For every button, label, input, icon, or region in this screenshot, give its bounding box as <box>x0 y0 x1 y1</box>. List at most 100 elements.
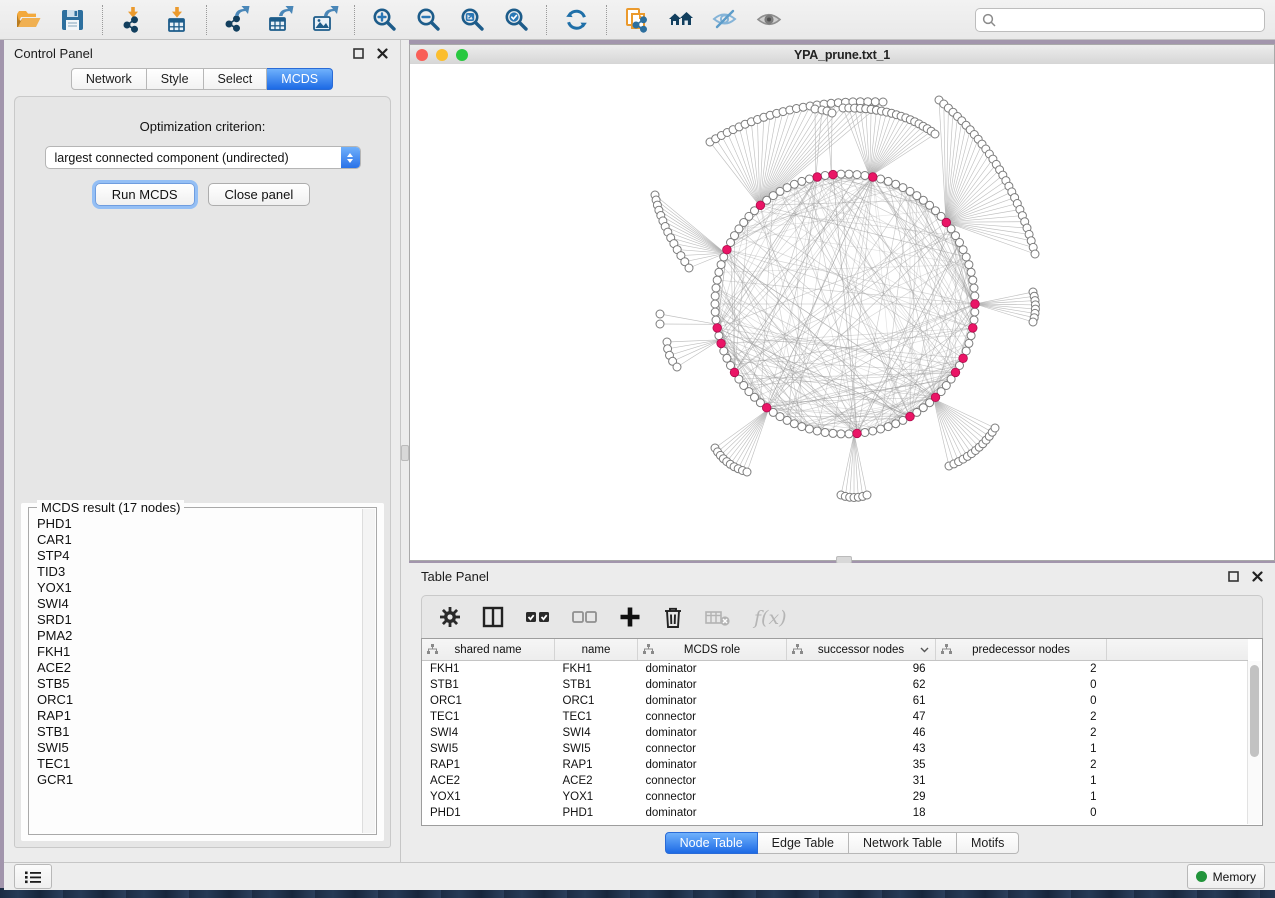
open-session-icon <box>14 6 44 34</box>
table-row[interactable]: ACE2ACE2connector311 <box>422 773 1248 789</box>
float-panel-icon[interactable] <box>350 45 366 61</box>
export-image-icon <box>310 6 340 34</box>
mcds-result-item[interactable]: SRD1 <box>37 612 363 628</box>
network-window-titlebar[interactable]: YPA_prune.txt_1 <box>410 45 1274 65</box>
table-header-row: shared namenameMCDS rolesuccessor nodesp… <box>422 639 1248 661</box>
table-scrollbar[interactable] <box>1247 661 1261 824</box>
new-network-from-selection-button[interactable] <box>618 4 656 36</box>
control-panel-tabs: NetworkStyleSelectMCDS <box>4 68 400 90</box>
mcds-result-item[interactable]: SWI5 <box>37 740 363 756</box>
close-panel-button[interactable]: Close panel <box>208 183 311 206</box>
export-table-button[interactable] <box>262 4 300 36</box>
zoom-in-icon <box>370 6 400 34</box>
table-row[interactable]: TEC1TEC1connector472 <box>422 709 1248 725</box>
import-table-button[interactable] <box>158 4 196 36</box>
tab-style[interactable]: Style <box>147 68 204 90</box>
settings-gear-button[interactable] <box>437 604 463 630</box>
mcds-result-list[interactable]: PHD1CAR1STP4TID3YOX1SWI4SRD1PMA2FKH1ACE2… <box>30 516 363 833</box>
tab-network[interactable]: Network <box>71 68 147 90</box>
show-all-button[interactable] <box>750 4 788 36</box>
zoom-fit-button[interactable] <box>454 4 492 36</box>
open-session-button[interactable] <box>10 4 48 36</box>
zoom-selected-button[interactable] <box>498 4 536 36</box>
column-type-icon <box>643 644 654 655</box>
mcds-result-item[interactable]: SWI4 <box>37 596 363 612</box>
mcds-result-item[interactable]: CAR1 <box>37 532 363 548</box>
search-box[interactable] <box>975 8 1265 32</box>
tab-motifs[interactable]: Motifs <box>957 832 1019 854</box>
mcds-result-item[interactable]: FKH1 <box>37 644 363 660</box>
tab-mcds[interactable]: MCDS <box>267 68 333 90</box>
mcds-result-item[interactable]: STB1 <box>37 724 363 740</box>
export-network-button[interactable] <box>218 4 256 36</box>
criterion-dropdown[interactable]: largest connected component (undirected) <box>45 146 361 169</box>
close-panel-icon[interactable] <box>374 45 390 61</box>
mcds-result-item[interactable]: YOX1 <box>37 580 363 596</box>
mcds-result-item[interactable]: GCR1 <box>37 772 363 788</box>
import-network-button[interactable] <box>114 4 152 36</box>
import-table-icon <box>162 6 192 34</box>
mcds-result-item[interactable]: STB5 <box>37 676 363 692</box>
network-canvas[interactable] <box>410 64 1274 560</box>
node-table[interactable]: shared namenameMCDS rolesuccessor nodesp… <box>421 638 1263 826</box>
mcds-result-item[interactable]: STP4 <box>37 548 363 564</box>
mcds-result-item[interactable]: TEC1 <box>37 756 363 772</box>
dropdown-stepper-icon <box>341 147 360 168</box>
table-row[interactable]: SWI4SWI4dominator462 <box>422 725 1248 741</box>
mcds-result-item[interactable]: PMA2 <box>37 628 363 644</box>
optimization-criterion-label: Optimization criterion: <box>15 119 390 134</box>
network-view-window: YPA_prune.txt_1 <box>409 44 1275 561</box>
show-all-icon <box>754 6 784 34</box>
mcds-result-scrollbar[interactable] <box>362 509 375 833</box>
save-session-button[interactable] <box>54 4 92 36</box>
mcds-result-item[interactable]: RAP1 <box>37 708 363 724</box>
tab-select[interactable]: Select <box>204 68 268 90</box>
search-input[interactable] <box>1001 12 1258 28</box>
vertical-splitter-grip[interactable] <box>401 445 409 461</box>
first-neighbors-button[interactable] <box>662 4 700 36</box>
mcds-node <box>971 300 980 309</box>
main-toolbar <box>0 0 1275 40</box>
tab-edge-table[interactable]: Edge Table <box>758 832 849 854</box>
add-column-button[interactable] <box>617 604 643 630</box>
refresh-view-button[interactable] <box>558 4 596 36</box>
hide-selection-button[interactable] <box>706 4 744 36</box>
column-header-predecessor-nodes[interactable]: predecessor nodes <box>936 639 1107 661</box>
mcds-result-item[interactable]: TID3 <box>37 564 363 580</box>
select-all-button[interactable] <box>523 604 553 630</box>
column-panel-button[interactable] <box>480 604 506 630</box>
run-mcds-button[interactable]: Run MCDS <box>95 183 195 206</box>
toolbar-separator <box>102 5 104 35</box>
mcds-result-item[interactable]: PHD1 <box>37 516 363 532</box>
table-row[interactable]: STB1STB1dominator620 <box>422 677 1248 693</box>
task-history-button[interactable] <box>14 864 52 889</box>
table-row[interactable]: YOX1YOX1connector291 <box>422 789 1248 805</box>
float-table-panel-icon[interactable] <box>1225 568 1241 584</box>
table-row[interactable]: FKH1FKH1dominator962 <box>422 661 1248 678</box>
tab-node-table[interactable]: Node Table <box>665 832 758 854</box>
close-table-panel-icon[interactable] <box>1249 568 1265 584</box>
sort-menu-chevron-icon[interactable] <box>920 647 929 653</box>
delete-column-button[interactable] <box>660 604 686 630</box>
table-row[interactable]: SWI5SWI5connector431 <box>422 741 1248 757</box>
table-scrollbar-thumb[interactable] <box>1250 665 1259 757</box>
table-panel: Table Panel f(x) shared namenameMCDS rol… <box>409 563 1275 862</box>
column-header-MCDS-role[interactable]: MCDS role <box>638 639 787 661</box>
table-row[interactable]: RAP1RAP1dominator352 <box>422 757 1248 773</box>
vertical-splitter[interactable] <box>401 40 409 862</box>
zoom-in-button[interactable] <box>366 4 404 36</box>
table-row[interactable]: ORC1ORC1dominator610 <box>422 693 1248 709</box>
export-image-button[interactable] <box>306 4 344 36</box>
mcds-result-item[interactable]: ACE2 <box>37 660 363 676</box>
zoom-out-button[interactable] <box>410 4 448 36</box>
column-header-name[interactable]: name <box>555 639 638 661</box>
column-header-shared-name[interactable]: shared name <box>422 639 555 661</box>
memory-button[interactable]: Memory <box>1187 864 1265 889</box>
mcds-result-item[interactable]: ORC1 <box>37 692 363 708</box>
column-header-successor-nodes[interactable]: successor nodes <box>787 639 936 661</box>
table-row[interactable]: PHD1PHD1dominator180 <box>422 805 1248 821</box>
deselect-all-button[interactable] <box>570 604 600 630</box>
refresh-view-icon <box>562 6 592 34</box>
control-panel-title: Control Panel <box>14 46 93 61</box>
tab-network-table[interactable]: Network Table <box>849 832 957 854</box>
